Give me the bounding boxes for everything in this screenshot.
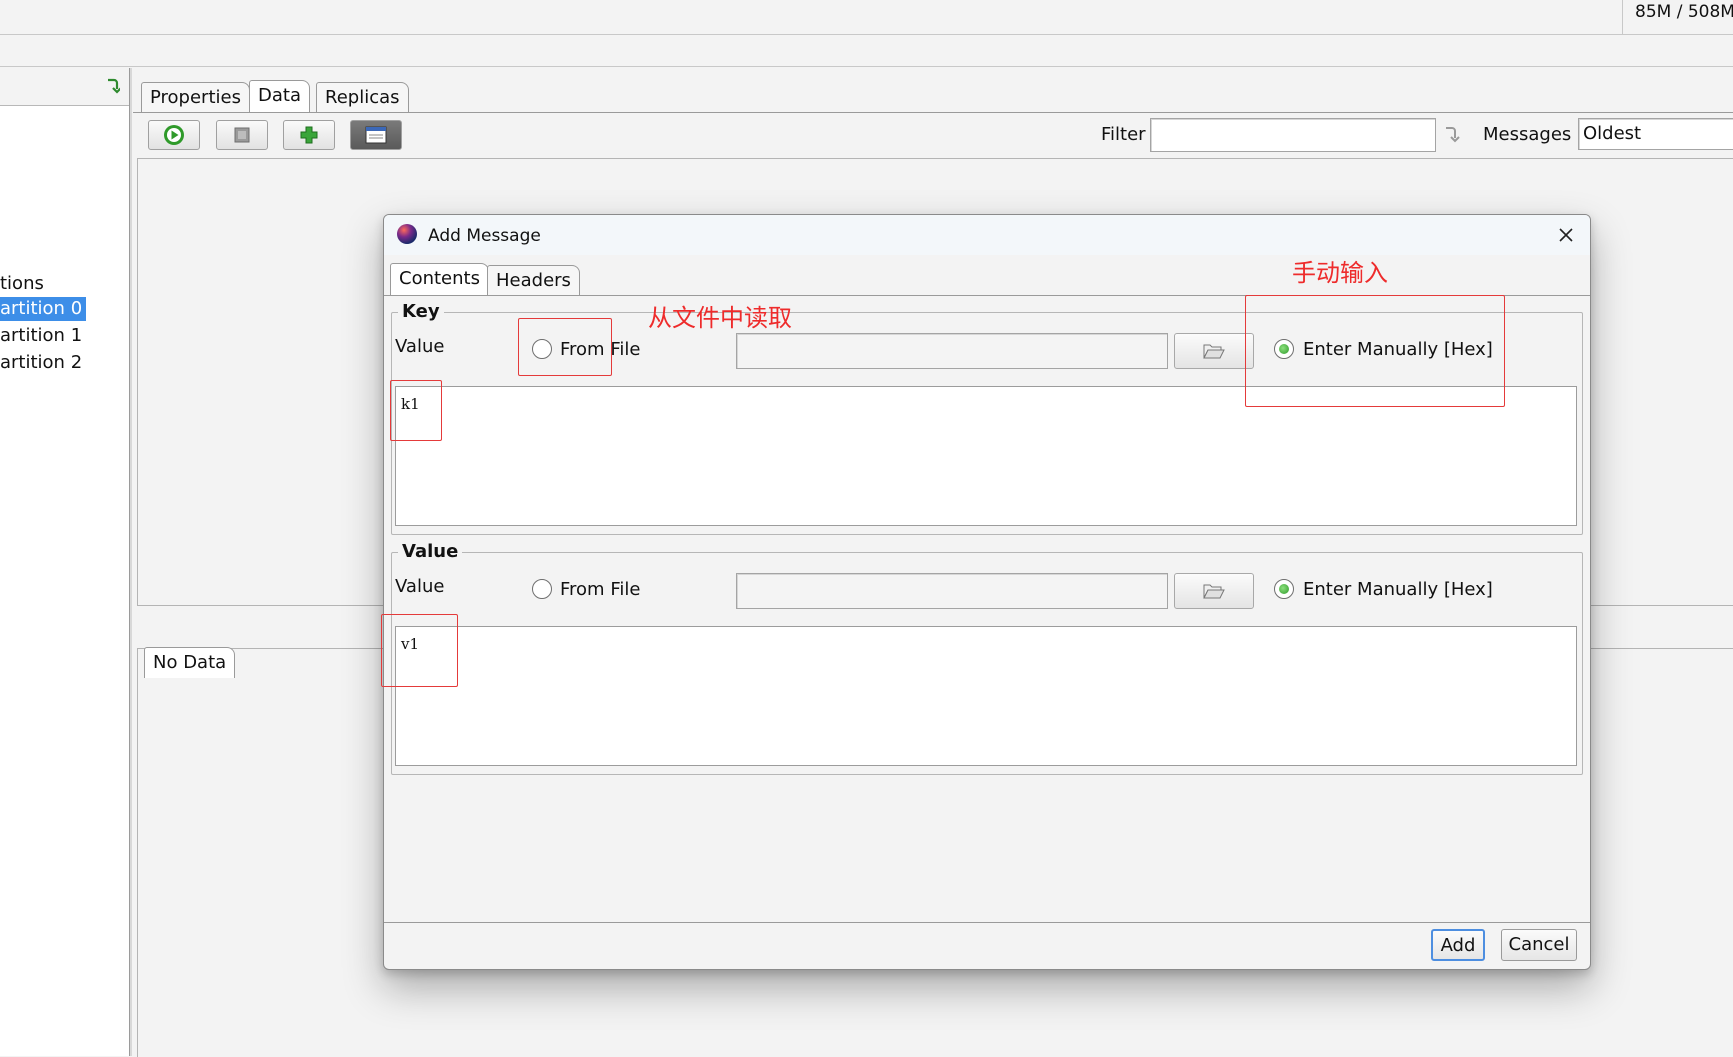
dialog-title: Add Message xyxy=(428,226,541,246)
close-icon[interactable] xyxy=(1558,227,1574,243)
add-message-button[interactable] xyxy=(283,120,335,150)
annotation-box-value-text xyxy=(381,614,458,687)
value-from-file-label[interactable]: From File xyxy=(560,579,640,601)
tab-divider xyxy=(133,112,1733,113)
stop-icon xyxy=(234,127,250,143)
messages-label: Messages xyxy=(1483,124,1572,145)
value-group: Value Value From File Enter Manually [He… xyxy=(391,541,1583,775)
plus-icon xyxy=(300,126,318,144)
tree-item-partition-2[interactable]: artition 2 xyxy=(0,351,86,375)
add-button[interactable]: Add xyxy=(1431,929,1485,961)
annotation-box-from-file xyxy=(518,318,612,376)
secondary-bar xyxy=(0,35,1733,67)
value-group-legend: Value xyxy=(398,541,463,563)
top-bar xyxy=(0,0,1733,35)
tree-item-partition-1[interactable]: artition 1 xyxy=(0,324,86,348)
annotation-from-file-note: 从文件中读取 xyxy=(648,304,792,332)
main-tab-strip: Properties Data Replicas xyxy=(141,80,541,114)
left-panel-header xyxy=(0,68,129,106)
folder-open-icon xyxy=(1203,344,1225,359)
value-enter-manually-radio[interactable] xyxy=(1274,579,1294,599)
tab-headers[interactable]: Headers xyxy=(487,265,580,295)
tab-no-data[interactable]: No Data xyxy=(144,647,236,678)
value-value-label: Value xyxy=(395,576,445,597)
key-file-path-input[interactable] xyxy=(736,333,1168,369)
tab-properties[interactable]: Properties xyxy=(141,82,250,113)
value-from-file-radio[interactable] xyxy=(532,579,552,599)
refresh-arrow-icon[interactable] xyxy=(106,78,120,94)
messages-select[interactable]: Oldest xyxy=(1578,118,1733,150)
value-file-path-input[interactable] xyxy=(736,573,1168,609)
window-icon xyxy=(365,126,387,144)
key-value-label: Value xyxy=(395,336,445,357)
value-text-area[interactable]: v1 xyxy=(395,626,1577,766)
filter-label: Filter xyxy=(1101,124,1146,145)
app-logo-icon xyxy=(397,224,417,244)
key-browse-button[interactable] xyxy=(1174,333,1254,369)
view-message-button[interactable] xyxy=(350,120,402,150)
dialog-footer-divider xyxy=(384,922,1590,923)
dialog-title-bar: Add Message xyxy=(384,215,1590,255)
dialog-tab-strip: Contents Headers xyxy=(390,263,690,295)
annotation-box-enter-manually xyxy=(1245,295,1505,407)
tree-item-partitions[interactable]: tions xyxy=(0,272,48,296)
tab-contents[interactable]: Contents xyxy=(390,263,489,295)
tab-data[interactable]: Data xyxy=(249,80,310,113)
stop-button[interactable] xyxy=(216,120,268,150)
key-text-area[interactable]: k1 xyxy=(395,386,1577,526)
folder-open-icon xyxy=(1203,584,1225,599)
annotation-box-key-text xyxy=(390,380,442,441)
left-tree-panel: tions artition 0 artition 1 artition 2 xyxy=(0,68,130,1056)
key-group-legend: Key xyxy=(398,301,444,323)
filter-input[interactable] xyxy=(1150,118,1436,152)
memory-indicator: 85M / 508M xyxy=(1622,0,1733,34)
annotation-manual-note: 手动输入 xyxy=(1292,259,1388,287)
tab-replicas[interactable]: Replicas xyxy=(316,82,409,113)
value-enter-manually-label[interactable]: Enter Manually [Hex] xyxy=(1303,579,1493,601)
start-button[interactable] xyxy=(148,120,200,150)
apply-filter-arrow-icon[interactable] xyxy=(1444,126,1460,144)
tree-item-partition-0[interactable]: artition 0 xyxy=(0,297,87,321)
value-browse-button[interactable] xyxy=(1174,573,1254,609)
play-icon xyxy=(164,125,184,145)
cancel-button[interactable]: Cancel xyxy=(1501,929,1577,961)
